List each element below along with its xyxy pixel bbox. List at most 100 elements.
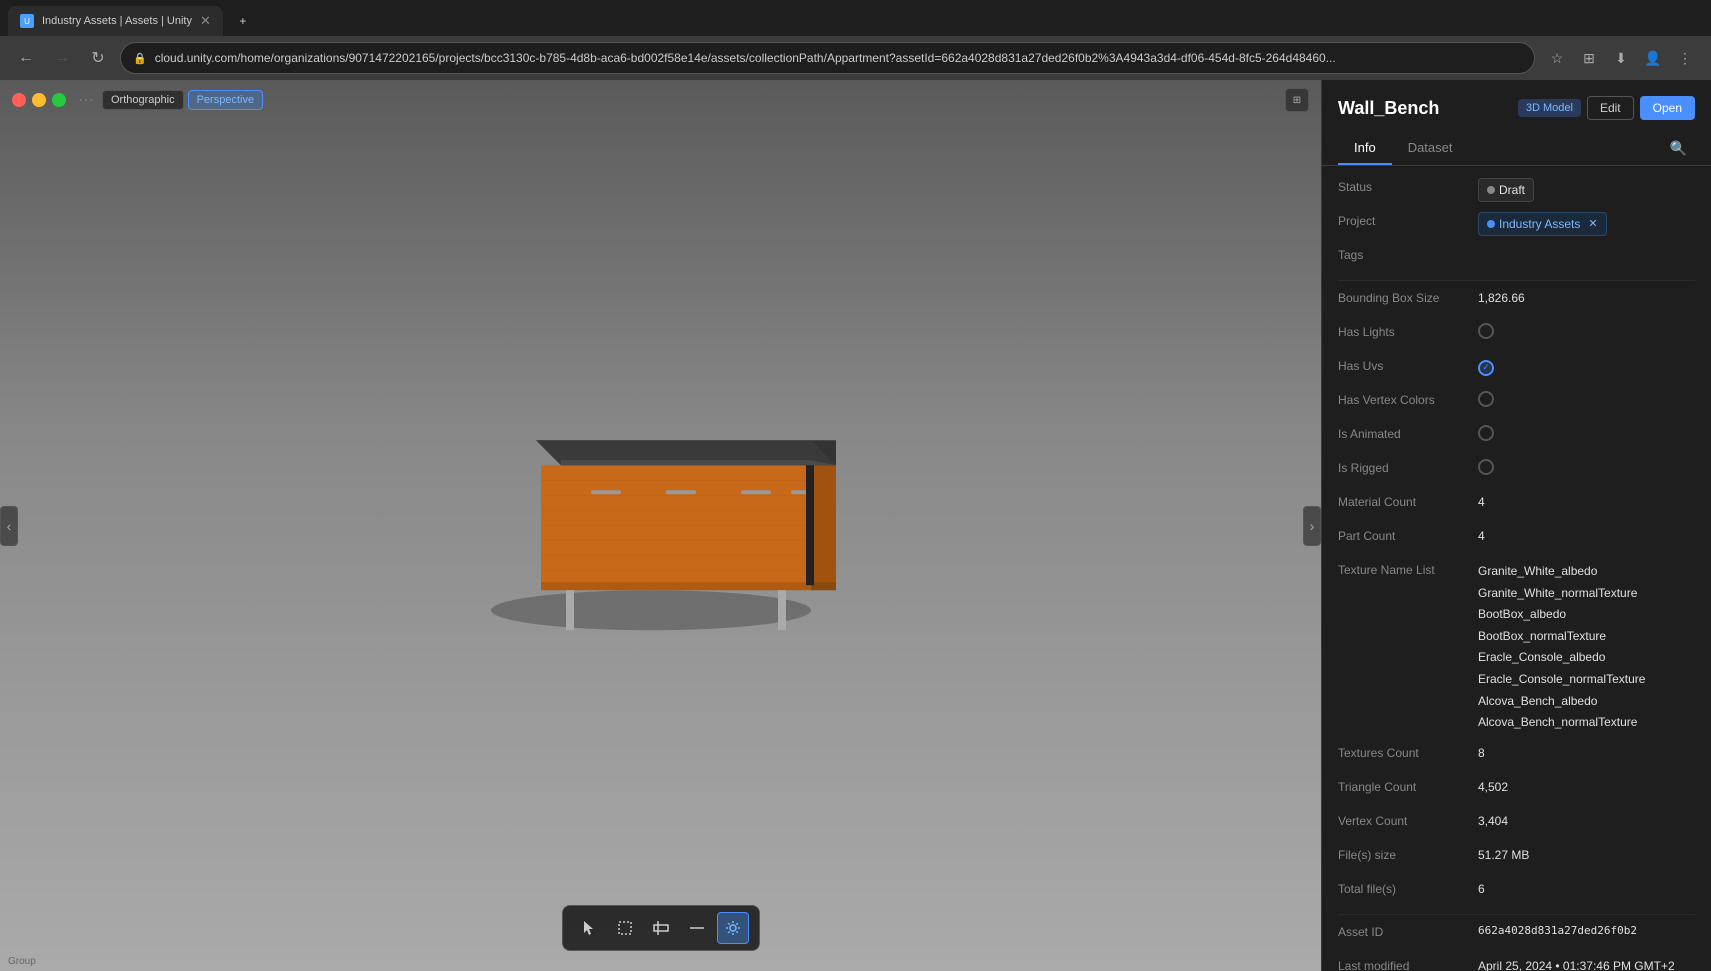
has-vertex-colors-icon bbox=[1478, 391, 1494, 407]
right-arrow-button[interactable]: › bbox=[1303, 506, 1321, 546]
project-label: Project bbox=[1338, 212, 1478, 228]
has-uvs-row: Has Uvs ✓ bbox=[1338, 357, 1695, 381]
profile-button[interactable]: 👤 bbox=[1639, 44, 1667, 72]
textures-count-value: 8 bbox=[1478, 744, 1695, 762]
viewport-top-icons: ⊞ bbox=[1285, 88, 1309, 112]
open-button[interactable]: Open bbox=[1640, 96, 1695, 120]
close-window-button[interactable] bbox=[12, 93, 26, 107]
tab-title: Industry Assets | Assets | Unity bbox=[42, 15, 192, 27]
is-animated-row: Is Animated bbox=[1338, 425, 1695, 449]
panel-header: Wall_Bench 3D Model Edit Open Info Datas… bbox=[1322, 80, 1711, 166]
material-count-label: Material Count bbox=[1338, 493, 1478, 509]
app-container: ⋯ Orthographic Perspective ⊞ ‹ › bbox=[0, 80, 1711, 971]
total-files-row: Total file(s) 6 bbox=[1338, 880, 1695, 904]
address-text: cloud.unity.com/home/organizations/90714… bbox=[155, 51, 1522, 65]
divider-1 bbox=[1338, 280, 1695, 281]
viewport[interactable]: ⋯ Orthographic Perspective ⊞ ‹ › bbox=[0, 80, 1321, 971]
info-tab[interactable]: Info bbox=[1338, 132, 1392, 165]
last-modified-value: April 25, 2024 • 01:37:46 PM GMT+2 bbox=[1478, 957, 1695, 971]
has-uvs-icon: ✓ bbox=[1478, 360, 1494, 376]
is-animated-value bbox=[1478, 425, 1695, 446]
has-vertex-colors-row: Has Vertex Colors bbox=[1338, 391, 1695, 415]
viewport-toolbar bbox=[562, 905, 760, 951]
triangle-count-value: 4,502 bbox=[1478, 778, 1695, 796]
window-controls bbox=[12, 93, 66, 107]
status-row: Status Draft bbox=[1338, 178, 1695, 202]
texture-name-1: Granite_White_albedo Granite_White_norma… bbox=[1478, 561, 1695, 604]
select-tool-button[interactable] bbox=[573, 912, 605, 944]
left-arrow-button[interactable]: ‹ bbox=[0, 506, 18, 546]
browser-action-buttons: ☆ ⊞ ⬇ 👤 ⋮ bbox=[1543, 44, 1699, 72]
vertex-count-row: Vertex Count 3,404 bbox=[1338, 812, 1695, 836]
maximize-window-button[interactable] bbox=[52, 93, 66, 107]
file-size-label: File(s) size bbox=[1338, 846, 1478, 862]
status-value: Draft bbox=[1478, 178, 1695, 202]
refresh-button[interactable]: ↻ bbox=[84, 44, 112, 72]
total-files-label: Total file(s) bbox=[1338, 880, 1478, 896]
status-text: Draft bbox=[1499, 181, 1525, 199]
bounding-box-value: 1,826.66 bbox=[1478, 289, 1695, 307]
status-dot bbox=[1487, 186, 1495, 194]
has-lights-label: Has Lights bbox=[1338, 323, 1478, 339]
address-bar[interactable]: 🔒 cloud.unity.com/home/organizations/907… bbox=[120, 42, 1535, 74]
has-lights-icon bbox=[1478, 323, 1494, 339]
triangle-count-label: Triangle Count bbox=[1338, 778, 1478, 794]
material-count-value: 4 bbox=[1478, 493, 1695, 511]
tags-label: Tags bbox=[1338, 246, 1478, 262]
extensions-button[interactable]: ⊞ bbox=[1575, 44, 1603, 72]
texture-name-3: Eracle_Console_albedo Eracle_Console_nor… bbox=[1478, 647, 1695, 690]
tab-close-button[interactable]: ✕ bbox=[200, 13, 211, 29]
dataset-tab[interactable]: Dataset bbox=[1392, 132, 1469, 165]
is-animated-icon bbox=[1478, 425, 1494, 441]
status-badge: Draft bbox=[1478, 178, 1534, 202]
panel-header-top: Wall_Bench 3D Model Edit Open bbox=[1338, 96, 1695, 120]
is-rigged-row: Is Rigged bbox=[1338, 459, 1695, 483]
edit-button[interactable]: Edit bbox=[1587, 96, 1634, 120]
back-button[interactable]: ← bbox=[12, 44, 40, 72]
texture-name-4: Alcova_Bench_albedo Alcova_Bench_normalT… bbox=[1478, 691, 1695, 734]
minimize-window-button[interactable] bbox=[32, 93, 46, 107]
total-files-value: 6 bbox=[1478, 880, 1695, 898]
is-rigged-label: Is Rigged bbox=[1338, 459, 1478, 475]
file-size-row: File(s) size 51.27 MB bbox=[1338, 846, 1695, 870]
panel-search-icon[interactable]: 🔍 bbox=[1662, 132, 1695, 165]
texture-name-list-label: Texture Name List bbox=[1338, 561, 1478, 577]
download-button[interactable]: ⬇ bbox=[1607, 44, 1635, 72]
bench-3d-model bbox=[441, 380, 881, 645]
part-count-label: Part Count bbox=[1338, 527, 1478, 543]
last-modified-label: Last modified bbox=[1338, 957, 1478, 971]
viewport-settings-button[interactable]: ⊞ bbox=[1285, 88, 1309, 112]
is-rigged-value bbox=[1478, 459, 1695, 480]
line-button[interactable] bbox=[681, 912, 713, 944]
bounding-box-label: Bounding Box Size bbox=[1338, 289, 1478, 305]
browser-chrome: U Industry Assets | Assets | Unity ✕ + ←… bbox=[0, 0, 1711, 80]
tab-favicon: U bbox=[20, 14, 34, 28]
vertex-count-label: Vertex Count bbox=[1338, 812, 1478, 828]
project-row: Project Industry Assets ✕ bbox=[1338, 212, 1695, 236]
viewport-footer: Group bbox=[0, 952, 44, 971]
frame-button[interactable] bbox=[645, 912, 677, 944]
panel-content: Status Draft Project Industry Assets ✕ bbox=[1322, 166, 1711, 971]
project-badge: Industry Assets ✕ bbox=[1478, 212, 1607, 236]
perspective-view-button[interactable]: Perspective bbox=[188, 90, 263, 110]
new-tab-button[interactable]: + bbox=[227, 6, 259, 36]
project-name: Industry Assets bbox=[1499, 215, 1580, 233]
asset-id-label: Asset ID bbox=[1338, 923, 1478, 939]
tags-row: Tags bbox=[1338, 246, 1695, 270]
divider-2 bbox=[1338, 914, 1695, 915]
has-lights-value bbox=[1478, 323, 1695, 344]
has-vertex-colors-label: Has Vertex Colors bbox=[1338, 391, 1478, 407]
file-size-value: 51.27 MB bbox=[1478, 846, 1695, 864]
box-select-button[interactable] bbox=[609, 912, 641, 944]
active-tab[interactable]: U Industry Assets | Assets | Unity ✕ bbox=[8, 6, 223, 36]
material-count-row: Material Count 4 bbox=[1338, 493, 1695, 517]
menu-button[interactable]: ⋮ bbox=[1671, 44, 1699, 72]
part-count-value: 4 bbox=[1478, 527, 1695, 545]
has-uvs-label: Has Uvs bbox=[1338, 357, 1478, 373]
settings-tool-button[interactable] bbox=[717, 912, 749, 944]
has-vertex-colors-value bbox=[1478, 391, 1695, 412]
orthographic-view-button[interactable]: Orthographic bbox=[102, 90, 184, 110]
forward-button[interactable]: → bbox=[48, 44, 76, 72]
browser-tabs: U Industry Assets | Assets | Unity ✕ + bbox=[0, 0, 1711, 36]
bookmark-button[interactable]: ☆ bbox=[1543, 44, 1571, 72]
